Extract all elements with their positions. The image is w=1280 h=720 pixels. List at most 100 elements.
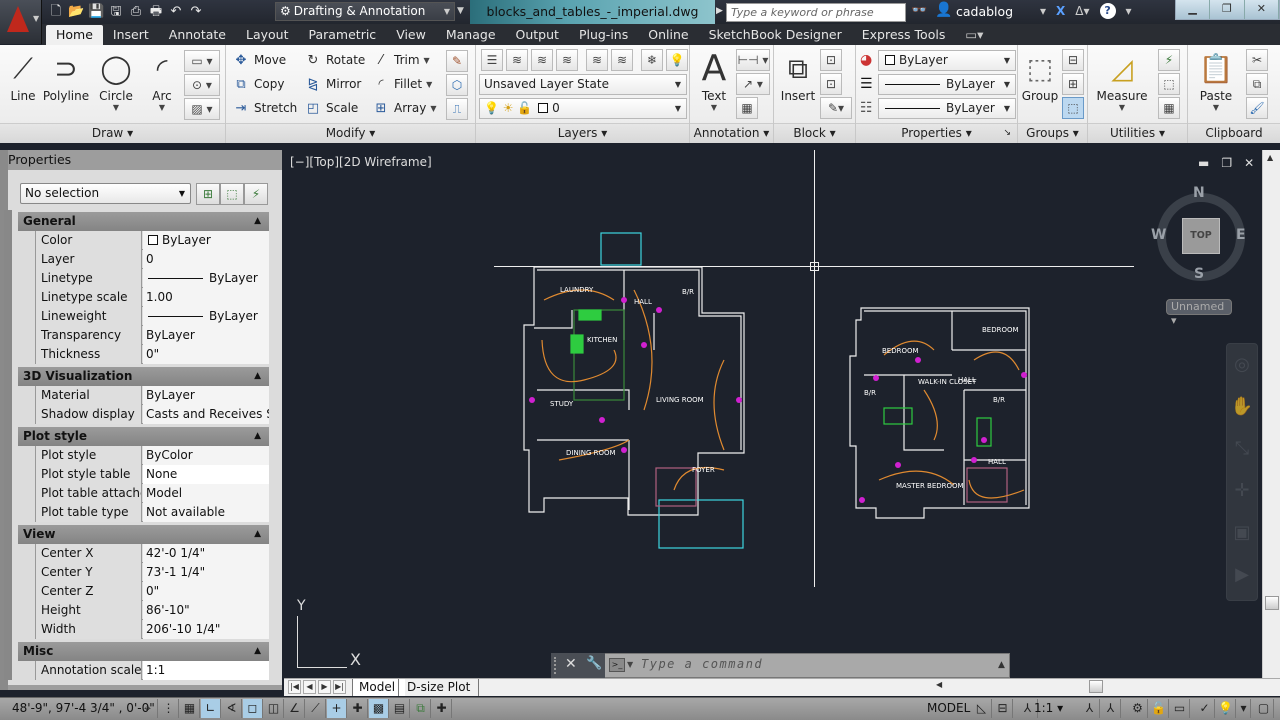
category-header[interactable]: Plot style ▲	[18, 427, 269, 446]
copy-button[interactable]: ⧉ Copy	[232, 74, 284, 94]
auto-scale-button[interactable]: ⅄	[1101, 699, 1121, 718]
first-layout-icon[interactable]: |◀	[288, 680, 301, 694]
select-objects-button[interactable]: ⬚	[220, 183, 244, 205]
color-dropdown[interactable]: ByLayer ▼	[878, 50, 1016, 71]
sign-in-user[interactable]: cadablog	[956, 4, 1013, 19]
edit-block-button[interactable]: ⊡	[820, 73, 842, 95]
property-row[interactable]: Center Y 73'-1 1/4"	[35, 563, 269, 582]
property-value[interactable]: 1.00	[143, 288, 269, 307]
selection-cycling-toggle[interactable]: ⧉	[411, 699, 431, 718]
plot-icon[interactable]: 🖶	[148, 4, 164, 20]
explode-button[interactable]: ⬡	[446, 74, 468, 96]
showmotion-icon[interactable]: ▣	[1227, 512, 1257, 554]
layer-off-button[interactable]: 💡	[666, 49, 688, 71]
palette-scrollbar[interactable]	[4, 210, 12, 680]
toggle-pickadd-button[interactable]: ⊞	[196, 183, 220, 205]
collapse-icon[interactable]: ▲	[254, 525, 261, 544]
property-row[interactable]: Linetype ByLayer	[35, 269, 269, 288]
otrack-toggle[interactable]: ∠	[285, 699, 305, 718]
workspace-dropdown[interactable]: ⚙ Drafting & Annotation ▼	[275, 2, 455, 21]
property-row[interactable]: Plot table attache...Model	[35, 484, 269, 503]
command-history-expand-icon[interactable]: ▲	[998, 660, 1005, 670]
viewcube-top-face[interactable]: TOP	[1182, 218, 1220, 254]
command-prompt-icon[interactable]: >_	[609, 658, 625, 672]
fillet-button[interactable]: ◜ Fillet ▼	[372, 74, 432, 94]
lineweight-toggle[interactable]: ✚	[348, 699, 368, 718]
insert-block-button[interactable]: ⧉ Insert	[778, 49, 818, 103]
property-row[interactable]: Plot style ByColor	[35, 446, 269, 465]
category-header[interactable]: 3D Visualization ▲	[18, 367, 269, 386]
select-all-button[interactable]: ⬚	[1158, 73, 1180, 95]
minimize-icon[interactable]: ▬	[1198, 156, 1209, 170]
next-layout-icon[interactable]: ▶	[318, 680, 331, 694]
linetype-dropdown[interactable]: ByLayer ▼	[878, 98, 1016, 119]
group-selection-toggle[interactable]: ⬚	[1062, 97, 1084, 119]
hardware-acceleration-button[interactable]: ▭	[1170, 699, 1190, 718]
create-block-button[interactable]: ⊡	[820, 49, 842, 71]
restore-icon[interactable]: ❐	[1221, 156, 1232, 170]
layer-dropdown[interactable]: 💡 ☀ 🔓 0 ▼	[479, 98, 687, 119]
tab-manage[interactable]: Manage	[436, 25, 506, 45]
clean-screen-button[interactable]: ▢	[1254, 699, 1274, 718]
scroll-left-icon[interactable]: ◀	[936, 680, 942, 689]
tab-annotate[interactable]: Annotate	[159, 25, 236, 45]
compass-east[interactable]: E	[1236, 227, 1246, 243]
property-row[interactable]: Layer 0	[35, 250, 269, 269]
groups-panel-title[interactable]: Groups ▾	[1018, 123, 1087, 143]
edit-attributes-button[interactable]: ✎▾	[820, 97, 852, 119]
paste-button[interactable]: 📋 Paste ▼	[1194, 49, 1238, 112]
tab-online[interactable]: Online	[638, 25, 698, 45]
line-button[interactable]: ⟋ Line	[6, 49, 40, 103]
status-menu-button[interactable]: ▾	[1237, 699, 1251, 718]
tab-layout[interactable]: Layout	[236, 25, 299, 45]
property-value[interactable]: Casts and Receives Sh...	[143, 405, 269, 424]
publish-icon[interactable]: ⎙	[128, 4, 144, 20]
recent-commands-icon[interactable]: ▼	[627, 660, 633, 669]
measure-button[interactable]: ◿ Measure ▼	[1094, 49, 1150, 112]
utilities-panel-title[interactable]: Utilities ▾	[1088, 123, 1187, 143]
ribbon-minimize-icon[interactable]: ▭▾	[955, 25, 993, 45]
ellipse-button[interactable]: ⊙ ▾	[184, 74, 220, 96]
circle-button[interactable]: ◯ Circle ▼	[98, 49, 134, 112]
vertical-scrollbar[interactable]: ▲	[1262, 150, 1280, 678]
binoculars-icon[interactable]: 👓	[911, 3, 927, 18]
orbit-icon[interactable]: ✛	[1227, 470, 1257, 512]
search-expand-icon[interactable]: ▶	[716, 6, 723, 16]
tab-parametric[interactable]: Parametric	[298, 25, 386, 45]
collapse-icon[interactable]: ▲	[254, 427, 261, 446]
draw-panel-title[interactable]: Draw ▾	[0, 123, 225, 143]
property-row[interactable]: Annotation scale 1:1	[35, 661, 269, 680]
quick-select-button[interactable]: ⚡	[1158, 49, 1180, 71]
tab-sketchbook-designer[interactable]: SketchBook Designer	[699, 25, 852, 45]
layers-panel-title[interactable]: Layers ▾	[476, 123, 689, 143]
property-value[interactable]: ByLayer	[143, 307, 269, 326]
group-edit-button[interactable]: ⊟	[1062, 49, 1084, 71]
group-button[interactable]: ⬚ Group	[1020, 49, 1060, 103]
property-row[interactable]: Width 206'-10 1/4"	[35, 620, 269, 639]
coordinate-display[interactable]: 48'-9", 97'-4 3/4" , 0'-0"	[12, 701, 155, 715]
showmotion-play-icon[interactable]: ▶	[1227, 554, 1257, 596]
dynamic-input-toggle[interactable]: +	[327, 699, 347, 718]
scroll-up-icon[interactable]: ▲	[1267, 153, 1273, 162]
copy-clip-button[interactable]: ⧉	[1246, 73, 1268, 95]
tab-insert[interactable]: Insert	[103, 25, 159, 45]
property-value[interactable]: 86'-10"	[143, 601, 269, 620]
customize-qat-icon[interactable]: ▼	[457, 6, 464, 16]
erase-button[interactable]: ✎	[446, 50, 468, 72]
command-line-grip[interactable]	[554, 657, 558, 674]
scroll-thumb[interactable]	[1265, 596, 1279, 610]
property-value[interactable]: ByLayer	[143, 326, 269, 345]
property-row[interactable]: Center Z 0"	[35, 582, 269, 601]
table-button[interactable]: ▦	[736, 97, 758, 119]
quick-properties-toggle[interactable]: ▤	[390, 699, 410, 718]
layer-previous-button[interactable]: ≋	[556, 49, 578, 71]
property-value[interactable]: ByLayer	[143, 269, 269, 288]
cut-button[interactable]: ✂	[1246, 49, 1268, 71]
match-layer-button[interactable]: ≋	[531, 49, 553, 71]
properties-panel-title[interactable]: Properties ▾ ↘	[856, 123, 1017, 143]
array-button[interactable]: ⊞ Array ▼	[372, 98, 437, 118]
close-icon[interactable]: ✕	[1244, 156, 1254, 170]
property-value[interactable]: None	[143, 465, 269, 484]
annotation-scale-dropdown[interactable]: 1:1 ▾	[1034, 701, 1063, 715]
infer-constraints-toggle[interactable]: ⌖	[138, 699, 158, 718]
